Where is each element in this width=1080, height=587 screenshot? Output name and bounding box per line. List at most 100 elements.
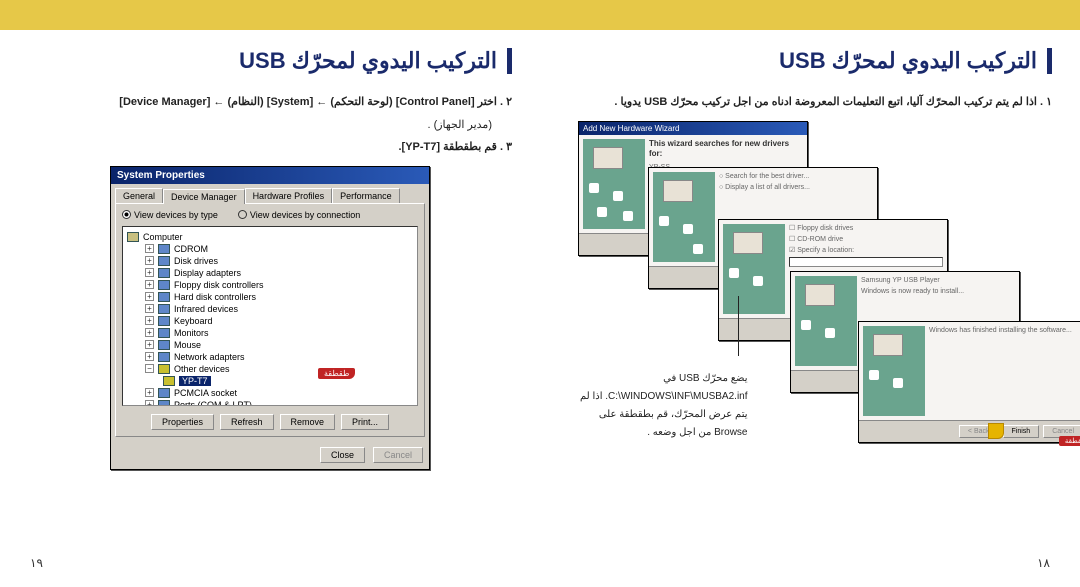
tree-item[interactable]: +PCMCIA socket — [127, 387, 413, 399]
decor-icon — [683, 224, 693, 234]
wizard-window-5: Windows has finished installing the soft… — [858, 321, 1080, 443]
decor-icon — [623, 211, 633, 221]
tree-item[interactable]: +Network adapters — [127, 351, 413, 363]
expand-icon[interactable]: + — [145, 280, 154, 289]
expand-icon[interactable]: + — [145, 304, 154, 313]
remove-button[interactable]: Remove — [280, 414, 336, 430]
close-button[interactable]: Close — [320, 447, 365, 463]
device-icon — [158, 280, 170, 290]
tree-item[interactable]: +Monitors — [127, 327, 413, 339]
wizard-side-graphic — [653, 172, 715, 262]
question-icon — [158, 364, 170, 374]
note-line-4: Browse من اجل وضعه . — [580, 424, 748, 442]
device-icon — [158, 400, 170, 406]
decor-icon — [613, 191, 623, 201]
tree-item[interactable]: +Floppy disk controllers — [127, 279, 413, 291]
tree-root[interactable]: Computer — [127, 231, 413, 243]
wizard-heading: This wizard searches for new drivers for… — [649, 139, 803, 160]
tab-general[interactable]: General — [115, 188, 163, 203]
step-2b-text: (مدير الجهاز) . — [28, 117, 512, 134]
computer-graphic — [663, 180, 693, 202]
sysprop-titlebar: System Properties — [111, 167, 429, 184]
page-title-right: التركيب اليدوي لمحرّك USB — [779, 48, 1037, 74]
tab-hardware-profiles[interactable]: Hardware Profiles — [245, 188, 333, 203]
wizard-chk: ☑ Specify a location: — [789, 246, 943, 255]
cancel-button[interactable]: Cancel — [373, 447, 423, 463]
tree-item[interactable]: +Ports (COM & LPT) — [127, 399, 413, 406]
tree-item[interactable]: +Keyboard — [127, 315, 413, 327]
system-properties-window: System Properties General Device Manager… — [110, 166, 430, 470]
wizard-side-graphic — [795, 276, 857, 366]
computer-graphic — [873, 334, 903, 356]
page-right: التركيب اليدوي لمحرّك USB ١ . اذا لم يتم… — [540, 30, 1080, 550]
tree-item[interactable]: +Display adapters — [127, 267, 413, 279]
expand-icon[interactable]: + — [145, 328, 154, 337]
radio-by-type[interactable]: View devices by type — [122, 210, 218, 220]
wizard-side-graphic — [583, 139, 645, 229]
device-icon — [158, 388, 170, 398]
title-row-right: التركيب اليدوي لمحرّك USB — [568, 48, 1052, 74]
device-icon — [158, 316, 170, 326]
expand-icon[interactable]: + — [145, 292, 154, 301]
wizard-main: Windows has finished installing the soft… — [929, 326, 1080, 416]
expand-icon[interactable]: + — [145, 316, 154, 325]
title-row-left: التركيب اليدوي لمحرّك USB — [28, 48, 512, 74]
device-icon — [158, 304, 170, 314]
computer-icon — [127, 232, 139, 242]
corner-fold-icon — [988, 423, 1004, 439]
expand-icon[interactable]: + — [145, 352, 154, 361]
page-spread: التركيب اليدوي لمحرّك USB ٢ . اختر [Cont… — [0, 30, 1080, 550]
driver-path-note: يضع محرّك USB في C:\WINDOWS\INF\MUSBA2.i… — [580, 370, 748, 442]
page-number-right: ١٨ — [1037, 556, 1050, 570]
wizard-opt: ○ Search for the best driver... — [719, 172, 873, 181]
device-icon — [158, 328, 170, 338]
collapse-icon[interactable]: − — [145, 364, 154, 373]
device-icon — [158, 268, 170, 278]
decor-icon — [659, 216, 669, 226]
properties-button[interactable]: Properties — [151, 414, 214, 430]
expand-icon[interactable]: + — [145, 388, 154, 397]
decor-icon — [801, 320, 811, 330]
title-accent-bar — [507, 48, 512, 74]
decor-icon — [597, 207, 607, 217]
tree-item[interactable]: +CDROM — [127, 243, 413, 255]
decor-icon — [693, 244, 703, 254]
refresh-button[interactable]: Refresh — [220, 414, 274, 430]
device-tree[interactable]: Computer +CDROM +Disk drives +Display ad… — [122, 226, 418, 406]
sysprop-bottom-row: Close Cancel — [111, 441, 429, 469]
view-radios: View devices by type View devices by con… — [122, 210, 418, 220]
location-input[interactable] — [789, 257, 943, 267]
tree-item-selected[interactable]: YP-T7 — [127, 375, 413, 387]
wizard-opt: ○ Display a list of all drivers... — [719, 183, 873, 192]
expand-icon[interactable]: + — [145, 268, 154, 277]
tab-device-manager[interactable]: Device Manager — [163, 189, 245, 204]
device-icon — [158, 292, 170, 302]
expand-icon[interactable]: + — [145, 400, 154, 406]
tree-item[interactable]: +Infrared devices — [127, 303, 413, 315]
finish-button[interactable]: Finish — [1003, 425, 1040, 438]
expand-icon[interactable]: + — [145, 256, 154, 265]
decor-icon — [869, 370, 879, 380]
decor-icon — [825, 328, 835, 338]
connector-line — [738, 296, 739, 356]
wizard-side-graphic — [863, 326, 925, 416]
wizard-txt: Windows has finished installing the soft… — [929, 326, 1080, 335]
tree-item[interactable]: +Mouse — [127, 339, 413, 351]
title-accent-bar — [1047, 48, 1052, 74]
decor-icon — [753, 276, 763, 286]
tree-item[interactable]: +Disk drives — [127, 255, 413, 267]
computer-graphic — [805, 284, 835, 306]
expand-icon[interactable]: + — [145, 340, 154, 349]
computer-graphic — [733, 232, 763, 254]
device-icon — [158, 352, 170, 362]
step-1-text: ١ . اذا لم يتم تركيب المحرّك آليا، اتبع … — [568, 94, 1052, 111]
step-2-line1: ٢ . اختر [Control Panel] (لوحة التحكم) ←… — [119, 96, 512, 108]
radio-by-connection[interactable]: View devices by connection — [238, 210, 360, 220]
tree-item-other[interactable]: −Other devices — [127, 363, 413, 375]
unknown-device-icon — [163, 376, 175, 386]
expand-icon[interactable]: + — [145, 244, 154, 253]
wizard-txt: Samsung YP USB Player — [861, 276, 1015, 285]
print-button[interactable]: Print... — [341, 414, 389, 430]
tab-performance[interactable]: Performance — [332, 188, 400, 203]
tree-item[interactable]: +Hard disk controllers — [127, 291, 413, 303]
